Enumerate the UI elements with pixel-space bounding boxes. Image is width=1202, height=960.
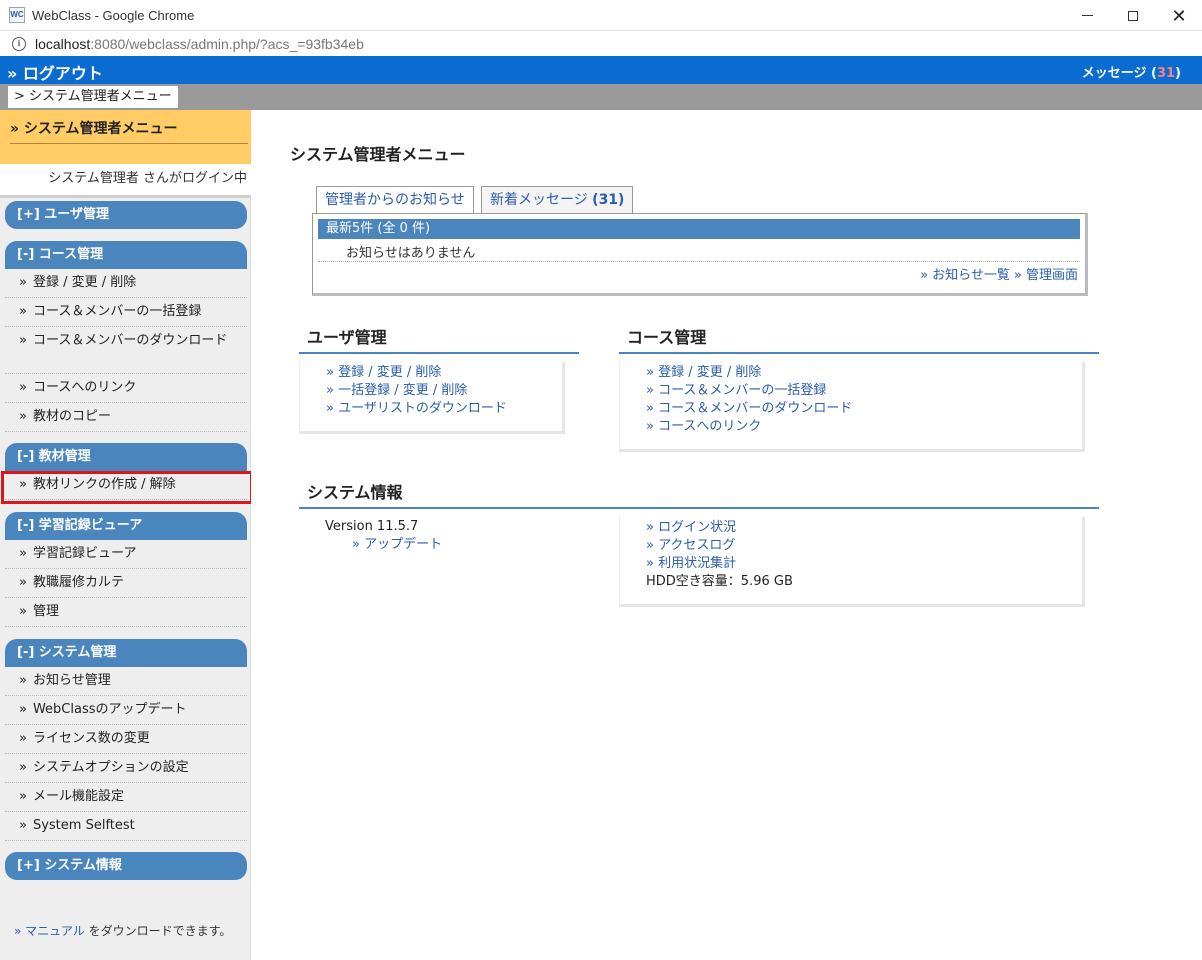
messages-link[interactable]: メッセージ (31) [1082,62,1181,81]
messages-label: メッセージ ( [1081,66,1157,81]
close-button[interactable]: ✕ [1156,0,1202,31]
messages-count: 31 [1156,66,1176,81]
info-icon[interactable]: i [12,36,26,51]
hdd-free-text: HDD空き容量：5.96 GB [646,574,793,589]
notice-panel: 最新5件 (全 0 件) お知らせはありません » お知らせ一覧 » 管理画面 [312,213,1088,296]
sidebar-item-options[interactable]: » システムオプションの設定 [5,754,247,783]
system-info-title: システム情報 [299,479,1099,509]
maximize-button[interactable] [1110,0,1156,31]
sidebar-item-mail[interactable]: » メール機能設定 [5,783,247,812]
sidebar-item-record-viewer[interactable]: » 学習記録ビューア [5,540,247,569]
sidebar-header: » システム管理者メニュー [0,110,251,164]
sidebar-item-notice-manage[interactable]: » お知らせ管理 [5,667,247,696]
sidebar-item-teacher-karte[interactable]: » 教職履修カルテ [5,569,247,598]
window-title: WebClass - Google Chrome [32,7,195,23]
messages-suffix: ) [1175,66,1181,81]
usage-stats-link[interactable]: » 利用状況集計 [646,555,1082,573]
notice-header: 最新5件 (全 0 件) [318,219,1080,239]
tab-admin-notices[interactable]: 管理者からのお知らせ [316,186,474,214]
course-link-link[interactable]: » コースへのリンク [646,418,1082,436]
breadcrumb-item-admin-menu[interactable]: > システム管理者メニュー [8,86,178,108]
url-text[interactable]: localhost:8080/webclass/admin.php/?acs_=… [35,36,364,52]
sidebar-section-course[interactable]: [-] コース管理 [5,241,247,269]
notice-list-link[interactable]: » お知らせ一覧 [920,268,1010,283]
access-log-link[interactable]: » アクセスログ [646,537,1082,555]
breadcrumb: > システム管理者メニュー [0,84,1202,110]
user-download-link[interactable]: » ユーザリストのダウンロード [326,400,562,418]
manual-note: » マニュアル をダウンロードできます。 [14,922,231,939]
version-text: Version 11.5.7 [325,519,419,534]
user-bulk-link[interactable]: » 一括登録 / 変更 / 削除 [326,382,562,400]
page-title: システム管理者メニュー [290,145,466,164]
sidebar-section-material[interactable]: [-] 教材管理 [5,443,247,471]
tab-new-messages[interactable]: 新着メッセージ (31) [481,186,634,214]
sidebar-section-system[interactable]: [-] システム管理 [5,639,247,667]
close-icon: ✕ [1171,5,1187,26]
address-bar[interactable]: i localhost:8080/webclass/admin.php/?acs… [0,31,1202,56]
notice-links: » お知らせ一覧 » 管理画面 [916,264,1078,283]
system-info-panel: » ログイン状況 » アクセスログ » 利用状況集計 HDD空き容量：5.96 … [619,517,1085,607]
sidebar-item-license[interactable]: » ライセンス数の変更 [5,725,247,754]
course-bulk-link[interactable]: » コース＆メンバーの一括登録 [646,382,1082,400]
update-link[interactable]: » アップデート [325,536,442,554]
url-path: :8080/webclass/admin.php/?acs_=93fb34eb [90,35,364,52]
sidebar: » システム管理者メニュー システム管理者 さんがログイン中 [+] ユーザ管理… [0,110,253,960]
webclass-favicon-icon: WC [9,7,25,23]
sidebar-section-record[interactable]: [-] 学習記録ビューア [5,512,247,540]
app-header: » ログアウト メッセージ (31) [0,56,1202,84]
sidebar-item-course-download[interactable]: » コース＆メンバーのダウンロード [5,327,247,374]
highlight-box [1,471,253,504]
maximize-icon [1128,10,1138,21]
course-register-link[interactable]: » 登録 / 変更 / 削除 [646,364,1082,382]
sidebar-item-course-link[interactable]: » コースへのリンク [5,374,247,403]
sidebar-section-sysinfo[interactable]: [+] システム情報 [5,852,247,880]
version-block: Version 11.5.7 » アップデート [325,518,442,554]
course-mgmt-panel: » 登録 / 変更 / 削除 » コース＆メンバーの一括登録 » コース＆メンバ… [619,362,1085,452]
sidebar-item-material-copy[interactable]: » 教材のコピー [5,403,247,432]
sidebar-item-course-register[interactable]: » 登録 / 変更 / 削除 [5,269,247,298]
user-register-link[interactable]: » 登録 / 変更 / 削除 [326,364,562,382]
login-status: システム管理者 さんがログイン中 [0,164,251,198]
minimize-button[interactable] [1064,0,1110,31]
course-download-link[interactable]: » コース＆メンバーのダウンロード [646,400,1082,418]
sidebar-item-course-bulk[interactable]: » コース＆メンバーの一括登録 [5,298,247,327]
url-host: localhost [35,35,91,52]
sidebar-title[interactable]: » システム管理者メニュー [10,118,248,144]
sidebar-item-update[interactable]: » WebClassのアップデート [5,696,247,725]
notice-empty-text: お知らせはありません [346,246,476,261]
sidebar-item-record-manage[interactable]: » 管理 [5,598,247,627]
course-mgmt-title: コース管理 [619,324,1099,354]
browser-titlebar: WC WebClass - Google Chrome ✕ [0,0,1202,31]
manual-link[interactable]: » マニュアル [14,924,85,938]
divider [318,261,1080,262]
user-mgmt-title: ユーザ管理 [299,324,579,354]
manual-text: をダウンロードできます。 [84,924,232,938]
sidebar-section-user[interactable]: [+] ユーザ管理 [5,201,247,229]
logout-link[interactable]: » ログアウト [7,60,103,84]
login-status-link[interactable]: » ログイン状況 [646,519,1082,537]
sidebar-item-selftest[interactable]: » System Selftest [5,812,247,841]
notice-admin-link[interactable]: » 管理画面 [1014,268,1078,283]
user-mgmt-panel: » 登録 / 変更 / 削除 » 一括登録 / 変更 / 削除 » ユーザリスト… [299,362,565,434]
main-content: システム管理者メニュー 管理者からのお知らせ 新着メッセージ (31) 最新5件… [251,110,1202,960]
minimize-icon [1081,15,1093,16]
